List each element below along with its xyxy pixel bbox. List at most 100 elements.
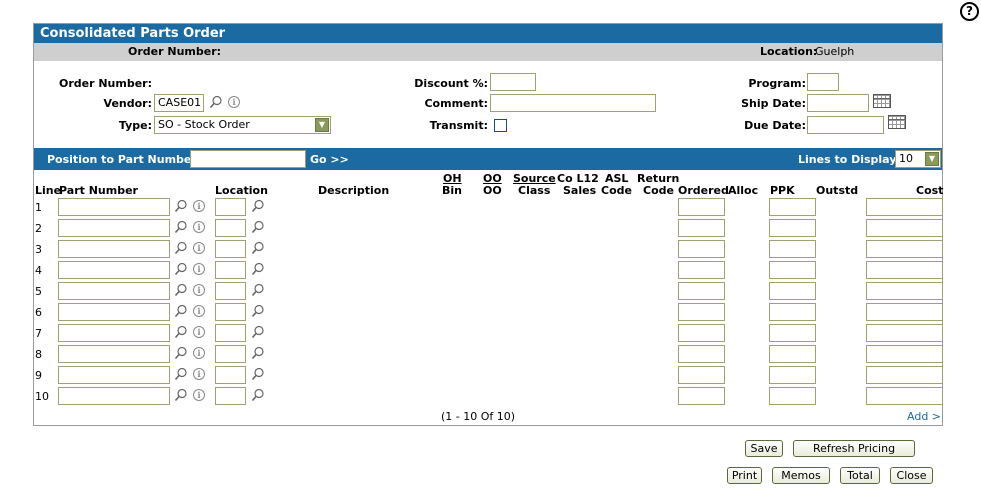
row-part-number-input[interactable] <box>58 282 170 300</box>
vendor-info-icon[interactable]: i <box>228 96 240 108</box>
row-location-input[interactable] <box>215 261 246 279</box>
row-location-search-icon[interactable] <box>251 325 265 339</box>
save-button[interactable]: Save <box>745 440 783 457</box>
lines-to-display-select[interactable]: 10 ▼ <box>895 150 941 168</box>
row-cost-input[interactable] <box>866 261 943 279</box>
row-cost-input[interactable] <box>866 282 943 300</box>
row-cost-input[interactable] <box>866 240 943 258</box>
row-part-info-icon[interactable]: i <box>193 221 205 233</box>
row-part-number-input[interactable] <box>58 303 170 321</box>
row-part-number-input[interactable] <box>58 366 170 384</box>
due-date-input[interactable] <box>807 116 884 134</box>
row-part-number-input[interactable] <box>58 345 170 363</box>
row-location-input[interactable] <box>215 345 246 363</box>
due-date-calendar-icon[interactable] <box>888 115 906 129</box>
row-part-info-icon[interactable]: i <box>193 368 205 380</box>
row-ordered-input[interactable] <box>678 345 725 363</box>
close-button[interactable]: Close <box>890 467 933 484</box>
row-cost-input[interactable] <box>866 387 943 405</box>
row-location-input[interactable] <box>215 387 246 405</box>
row-part-info-icon[interactable]: i <box>193 305 205 317</box>
memos-button[interactable]: Memos <box>772 467 830 484</box>
program-input[interactable] <box>807 73 839 91</box>
row-cost-input[interactable] <box>866 366 943 384</box>
row-part-search-icon[interactable] <box>174 346 188 360</box>
row-cost-input[interactable] <box>866 198 943 216</box>
row-part-info-icon[interactable]: i <box>193 284 205 296</box>
row-ppk-input[interactable] <box>769 240 816 258</box>
row-part-info-icon[interactable]: i <box>193 263 205 275</box>
row-part-search-icon[interactable] <box>174 220 188 234</box>
row-location-search-icon[interactable] <box>251 241 265 255</box>
row-location-search-icon[interactable] <box>251 346 265 360</box>
row-ordered-input[interactable] <box>678 366 725 384</box>
row-location-search-icon[interactable] <box>251 388 265 402</box>
row-part-number-input[interactable] <box>58 198 170 216</box>
row-ordered-input[interactable] <box>678 282 725 300</box>
row-cost-input[interactable] <box>866 219 943 237</box>
position-part-input[interactable] <box>190 150 306 168</box>
row-ppk-input[interactable] <box>769 366 816 384</box>
row-ppk-input[interactable] <box>769 261 816 279</box>
row-ordered-input[interactable] <box>678 387 725 405</box>
discount-input[interactable] <box>490 73 536 91</box>
row-location-input[interactable] <box>215 282 246 300</box>
row-location-search-icon[interactable] <box>251 304 265 318</box>
row-part-number-input[interactable] <box>58 219 170 237</box>
row-location-input[interactable] <box>215 324 246 342</box>
ship-date-calendar-icon[interactable] <box>873 94 891 108</box>
row-part-info-icon[interactable]: i <box>193 326 205 338</box>
row-ppk-input[interactable] <box>769 282 816 300</box>
transmit-checkbox[interactable] <box>494 119 507 132</box>
comment-input[interactable] <box>490 94 656 112</box>
vendor-input[interactable]: CASE01 <box>154 94 204 112</box>
row-location-input[interactable] <box>215 240 246 258</box>
row-location-input[interactable] <box>215 366 246 384</box>
row-location-search-icon[interactable] <box>251 367 265 381</box>
row-part-number-input[interactable] <box>58 240 170 258</box>
row-part-info-icon[interactable]: i <box>193 242 205 254</box>
row-cost-input[interactable] <box>866 303 943 321</box>
row-part-search-icon[interactable] <box>174 199 188 213</box>
add-link[interactable]: Add > <box>907 410 941 423</box>
row-location-input[interactable] <box>215 303 246 321</box>
row-part-number-input[interactable] <box>58 261 170 279</box>
row-ordered-input[interactable] <box>678 219 725 237</box>
row-part-number-input[interactable] <box>58 324 170 342</box>
row-ordered-input[interactable] <box>678 261 725 279</box>
row-cost-input[interactable] <box>866 324 943 342</box>
row-location-search-icon[interactable] <box>251 262 265 276</box>
row-location-input[interactable] <box>215 219 246 237</box>
type-select[interactable]: SO - Stock Order ▼ <box>154 116 331 134</box>
row-part-info-icon[interactable]: i <box>193 200 205 212</box>
row-ppk-input[interactable] <box>769 387 816 405</box>
row-part-search-icon[interactable] <box>174 304 188 318</box>
row-ordered-input[interactable] <box>678 198 725 216</box>
total-button[interactable]: Total <box>840 467 880 484</box>
ship-date-input[interactable] <box>807 94 869 112</box>
row-part-info-icon[interactable]: i <box>193 389 205 401</box>
help-icon[interactable]: ? <box>960 2 979 21</box>
row-ordered-input[interactable] <box>678 240 725 258</box>
row-part-number-input[interactable] <box>58 387 170 405</box>
row-cost-input[interactable] <box>866 345 943 363</box>
row-part-search-icon[interactable] <box>174 262 188 276</box>
go-link[interactable]: Go >> <box>310 153 349 166</box>
row-ordered-input[interactable] <box>678 324 725 342</box>
print-button[interactable]: Print <box>727 467 762 484</box>
row-ppk-input[interactable] <box>769 303 816 321</box>
row-part-search-icon[interactable] <box>174 367 188 381</box>
row-part-search-icon[interactable] <box>174 241 188 255</box>
row-ppk-input[interactable] <box>769 345 816 363</box>
vendor-search-icon[interactable] <box>209 95 223 109</box>
row-part-search-icon[interactable] <box>174 283 188 297</box>
row-part-info-icon[interactable]: i <box>193 347 205 359</box>
row-ppk-input[interactable] <box>769 324 816 342</box>
row-location-search-icon[interactable] <box>251 283 265 297</box>
row-part-search-icon[interactable] <box>174 388 188 402</box>
row-location-search-icon[interactable] <box>251 220 265 234</box>
refresh-pricing-button[interactable]: Refresh Pricing <box>793 440 915 457</box>
row-location-input[interactable] <box>215 198 246 216</box>
row-ppk-input[interactable] <box>769 198 816 216</box>
row-location-search-icon[interactable] <box>251 199 265 213</box>
